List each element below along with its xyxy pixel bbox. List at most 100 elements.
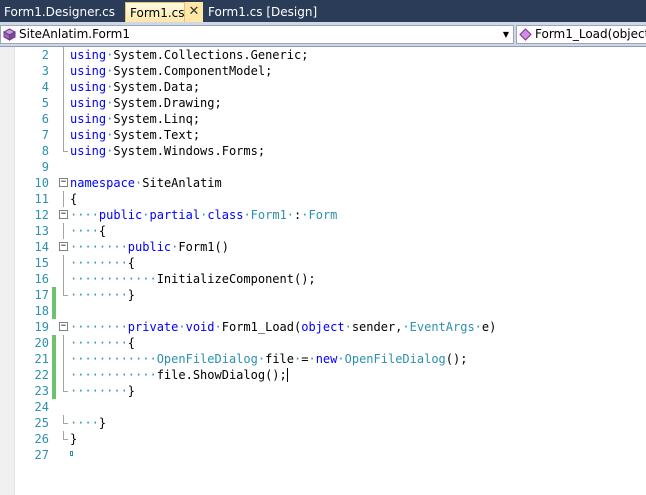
code-token: { <box>98 224 107 238</box>
outline-guide <box>63 95 64 111</box>
whitespace-marker: · <box>286 208 295 222</box>
code-line[interactable]: 4 using·System.Data; <box>0 79 646 95</box>
code-text: using·System.Linq; <box>70 111 200 127</box>
whitespace-marker: · <box>337 352 345 366</box>
code-token: Form1_Load( <box>221 320 302 334</box>
whitespace-marker: ········ <box>70 240 128 254</box>
code-line[interactable]: 27 <box>0 447 646 463</box>
line-number: 11 <box>34 192 49 206</box>
method-icon <box>519 28 532 41</box>
code-text: ········} <box>70 383 135 399</box>
change-indicator <box>52 351 56 367</box>
outline-guide <box>63 111 64 127</box>
keyword-token: using <box>70 144 107 158</box>
code-token: { <box>70 192 78 206</box>
collapse-icon[interactable]: − <box>59 322 68 331</box>
whitespace-marker: · <box>344 320 352 334</box>
code-line[interactable]: 9 <box>0 159 646 175</box>
close-tab-icon[interactable]: ✕ <box>185 2 203 22</box>
code-line[interactable]: 8 using·System.Windows.Forms; <box>0 143 646 159</box>
line-number: 25 <box>34 416 49 430</box>
tab-form1-cs-design[interactable]: Form1.cs [Design] <box>204 2 319 22</box>
code-line[interactable]: 2 using·System.Collections.Generic; <box>0 47 646 63</box>
code-token: { <box>127 336 136 350</box>
line-number: 26 <box>34 432 49 446</box>
keyword-token: using <box>70 112 107 126</box>
tab-form1-cs[interactable]: Form1.cs <box>125 2 185 22</box>
code-line[interactable]: 6 using·System.Linq; <box>0 111 646 127</box>
whitespace-marker: ········ <box>70 336 128 350</box>
outline-guide <box>63 367 64 383</box>
code-line[interactable]: 15 ········{ <box>0 255 646 271</box>
code-text: ········private·void·Form1_Load(object·s… <box>70 319 496 335</box>
code-editor[interactable]: 2 using·System.Collections.Generic; 3 using… <box>0 47 646 495</box>
keyword-token: namespace <box>70 176 136 190</box>
code-line[interactable]: 10 − namespace·SiteAnlatim <box>0 175 646 191</box>
code-token: System.Text; <box>113 128 201 142</box>
code-line[interactable]: 12− ····public·partial·class·Form1·:·Form <box>0 207 646 223</box>
collapse-icon[interactable]: − <box>59 210 68 219</box>
outline-guide <box>63 191 64 207</box>
line-number: 18 <box>34 304 49 318</box>
code-line[interactable]: 13 ····{ <box>0 223 646 239</box>
code-line[interactable]: 20 ········{ <box>0 335 646 351</box>
code-line[interactable]: 19− ········private·void·Form1_Load(objec… <box>0 319 646 335</box>
code-line[interactable]: 22 ············file.ShowDialog(); <box>0 367 646 383</box>
change-indicator <box>52 335 56 351</box>
code-line[interactable]: 5 using·System.Drawing; <box>0 95 646 111</box>
line-number: 12 <box>34 208 49 222</box>
whitespace-marker: ············ <box>70 272 157 286</box>
code-token: (); <box>445 352 468 366</box>
line-number: 10 <box>34 176 49 190</box>
whitespace-marker: ········ <box>70 320 128 334</box>
keyword-token: using <box>70 96 107 110</box>
class-icon <box>3 28 16 41</box>
navigation-bar: SiteAnlatim.Form1 ▼ Form1_Load(object s <box>0 22 646 47</box>
whitespace-marker: · <box>243 208 251 222</box>
line-number: 20 <box>34 336 49 350</box>
code-line[interactable]: 11 { <box>0 191 646 207</box>
outline-guide-end <box>63 383 68 392</box>
collapse-icon[interactable]: − <box>59 178 68 187</box>
member-dropdown-value: Form1_Load(object s <box>535 27 646 41</box>
code-line[interactable]: 7 using·System.Text; <box>0 127 646 143</box>
code-text: using·System.Windows.Forms; <box>70 143 265 159</box>
code-line[interactable]: 17 ········} <box>0 287 646 303</box>
code-text: ········{ <box>70 335 135 351</box>
code-line[interactable]: 21 ············OpenFileDialog·file·=·new·… <box>0 351 646 367</box>
tab-form1-designer-cs[interactable]: Form1.Designer.cs <box>0 2 124 22</box>
code-line[interactable]: 24 <box>0 399 646 415</box>
code-line[interactable]: 3 using·System.ComponentModel; <box>0 63 646 79</box>
collapse-icon[interactable]: − <box>59 242 68 251</box>
whitespace-marker: · <box>301 208 309 222</box>
code-line[interactable]: 18 <box>0 303 646 319</box>
code-line[interactable]: 26} <box>0 431 646 447</box>
line-number: 2 <box>41 48 49 62</box>
code-token: InitializeComponent(); <box>156 272 316 286</box>
end-of-file-marker <box>70 451 73 456</box>
line-number: 6 <box>41 112 49 126</box>
code-token: sender, <box>351 320 403 334</box>
code-line[interactable]: 14 − ········public·Form1() <box>0 239 646 255</box>
whitespace-marker: ···· <box>70 416 99 430</box>
line-number: 15 <box>34 256 49 270</box>
code-line[interactable]: 23 ········} <box>0 383 646 399</box>
outline-guide <box>63 271 64 287</box>
line-number: 24 <box>34 400 49 414</box>
code-text: ········public·Form1() <box>70 239 229 255</box>
whitespace-marker: · <box>257 352 266 366</box>
code-text: using·System.Data; <box>70 79 200 95</box>
code-line[interactable]: 16 ············InitializeComponent(); <box>0 271 646 287</box>
code-token: e) <box>481 320 497 334</box>
code-token: Form1() <box>178 240 229 254</box>
member-dropdown[interactable]: Form1_Load(object s <box>516 25 646 44</box>
chevron-down-icon[interactable]: ▼ <box>499 26 513 43</box>
type-dropdown[interactable]: SiteAnlatim.Form1 ▼ <box>0 25 514 44</box>
outline-guide-end <box>63 143 68 152</box>
type-dropdown-value: SiteAnlatim.Form1 <box>19 27 130 41</box>
code-line[interactable]: 25 ····} <box>0 415 646 431</box>
code-text: ············file.ShowDialog(); <box>70 367 288 383</box>
type-token: OpenFileDialog <box>156 352 258 366</box>
code-text: ············OpenFileDialog·file·=·new·Op… <box>70 351 467 367</box>
keyword-token: using <box>70 80 107 94</box>
